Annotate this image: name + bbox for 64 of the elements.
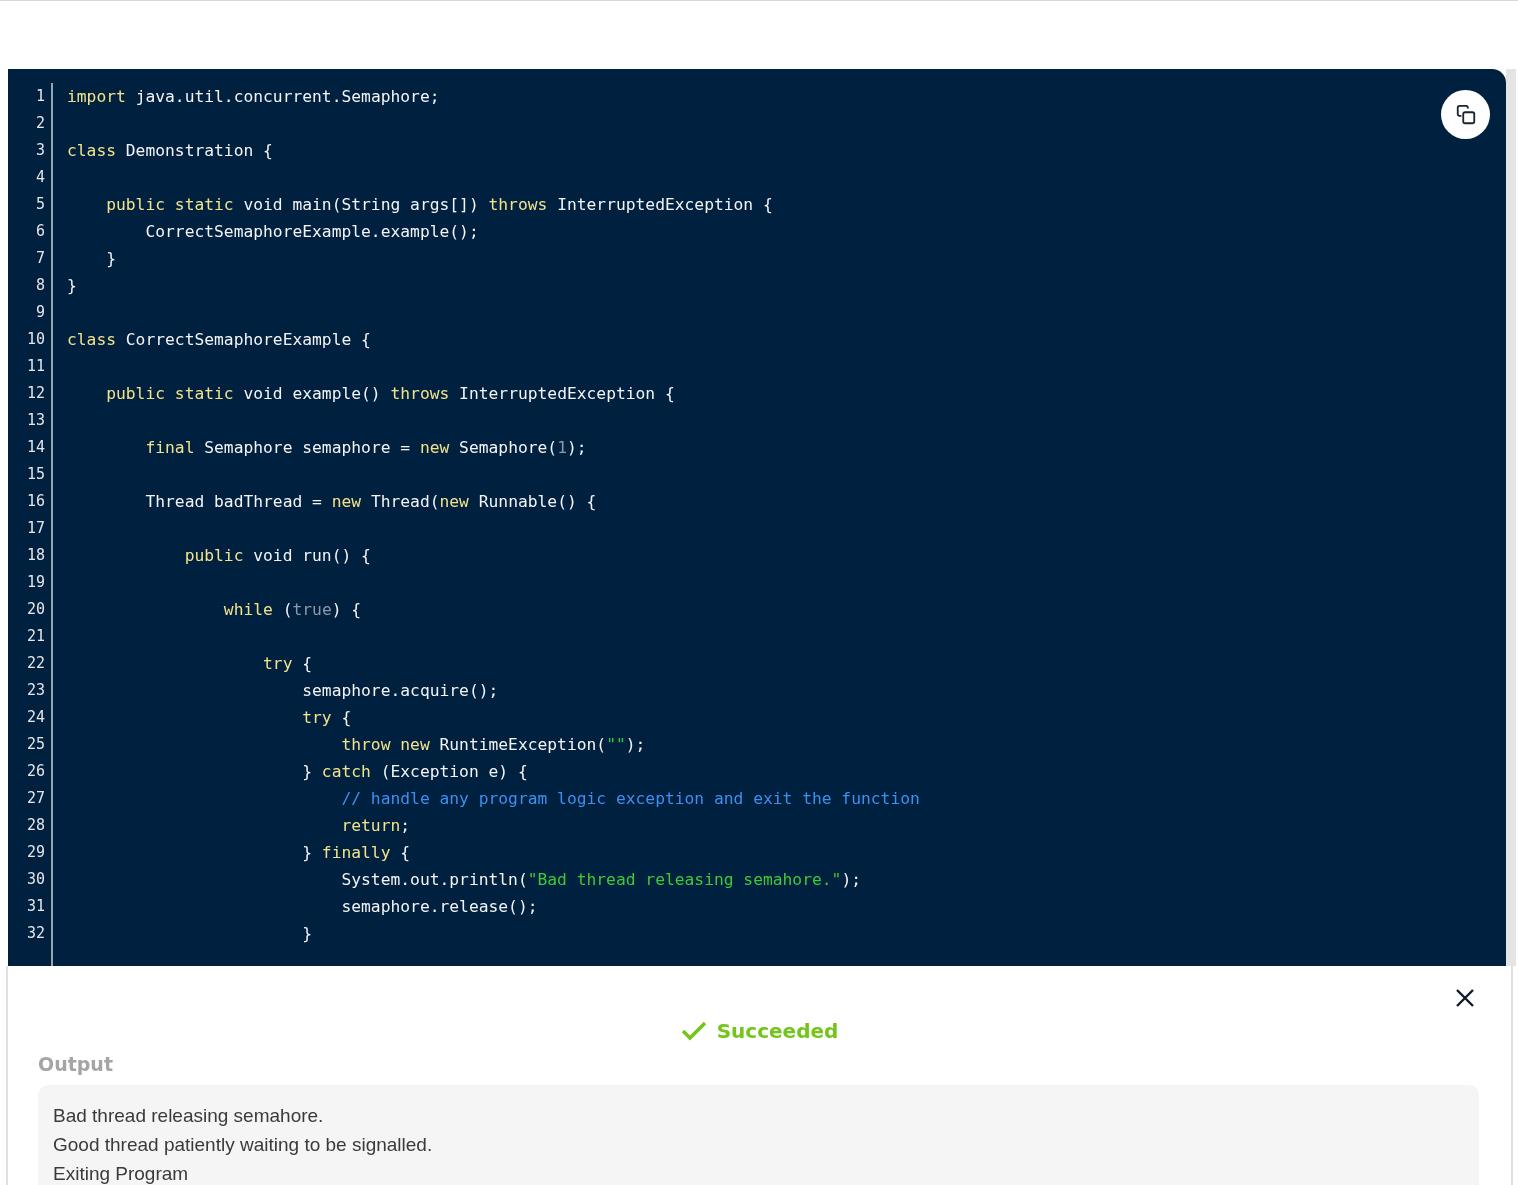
code-line: } finally { — [301, 843, 411, 862]
code-line: return; — [340, 816, 411, 835]
line-number: 21 — [26, 626, 45, 647]
output-line: Good thread patiently waiting to be signalled. — [53, 1132, 433, 1157]
output-line: Exiting Program — [53, 1161, 189, 1185]
line-number: 29 — [26, 842, 45, 863]
line-number: 27 — [26, 788, 45, 809]
code-line: try { — [262, 654, 313, 673]
code-line: public static void example() throws InterruptedException { — [105, 384, 675, 403]
line-number: 26 — [26, 761, 45, 782]
line-number: 7 — [35, 248, 45, 269]
code-line: class Demonstration { — [67, 141, 273, 160]
copy-icon — [1454, 103, 1477, 126]
line-number: 9 — [35, 302, 45, 323]
line-number: 24 — [26, 707, 45, 728]
code-line: import java.util.concurrent.Semaphore; — [67, 87, 440, 106]
line-number: 5 — [35, 194, 45, 215]
line-number: 15 — [26, 464, 45, 485]
line-number: 3 — [35, 140, 45, 161]
line-number: 8 — [35, 275, 45, 296]
code-line: final Semaphore semaphore = new Semaphore(1); — [144, 438, 587, 457]
output-label: Output — [38, 1052, 113, 1077]
code-line: } — [301, 924, 313, 943]
line-number: 20 — [26, 599, 45, 620]
line-number: 10 — [26, 329, 45, 350]
output-line: Bad thread releasing semahore. — [53, 1103, 324, 1128]
line-number: 6 — [35, 221, 45, 242]
line-number: 1 — [35, 86, 45, 107]
code-line: try { — [301, 708, 352, 727]
check-icon — [680, 1021, 707, 1041]
code-line: semaphore.acquire(); — [301, 681, 499, 700]
line-number: 4 — [35, 167, 45, 188]
line-number: 2 — [35, 113, 45, 134]
code-line: } catch (Exception e) { — [301, 762, 528, 781]
code-line: semaphore.release(); — [340, 897, 538, 916]
copy-button[interactable] — [1441, 90, 1490, 139]
code-line: CorrectSemaphoreExample.example(); — [144, 222, 479, 241]
line-number: 18 — [26, 545, 45, 566]
code-line: } — [67, 276, 77, 295]
code-line: Thread badThread = new Thread(new Runnable() { — [144, 492, 597, 511]
code-line: public static void main(String args[]) throws InterruptedException { — [105, 195, 773, 214]
code-line: public void run() { — [183, 546, 371, 565]
line-number: 30 — [26, 869, 45, 890]
line-number: 13 — [26, 410, 45, 431]
line-number: 22 — [26, 653, 45, 674]
line-number: 11 — [26, 356, 45, 377]
code-line: while (true) { — [222, 600, 362, 619]
code-line: class CorrectSemaphoreExample { — [67, 330, 371, 349]
line-number: 16 — [26, 491, 45, 512]
status-text: Succeeded — [716, 1018, 839, 1045]
code-line: throw new RuntimeException(""); — [340, 735, 646, 754]
line-number: 19 — [26, 572, 45, 593]
code-line: System.out.println("Bad thread releasing semahore."); — [340, 870, 861, 889]
line-number: 31 — [26, 896, 45, 917]
code-line: // handle any program logic exception and exit the function — [340, 789, 920, 808]
line-number: 17 — [26, 518, 45, 539]
line-number: 23 — [26, 680, 45, 701]
line-number: 32 — [26, 923, 45, 944]
line-number: 14 — [26, 437, 45, 458]
line-number: 12 — [26, 383, 45, 404]
line-number: 25 — [26, 734, 45, 755]
line-number: 28 — [26, 815, 45, 836]
code-line: } — [105, 249, 116, 268]
close-icon — [1455, 988, 1475, 1008]
